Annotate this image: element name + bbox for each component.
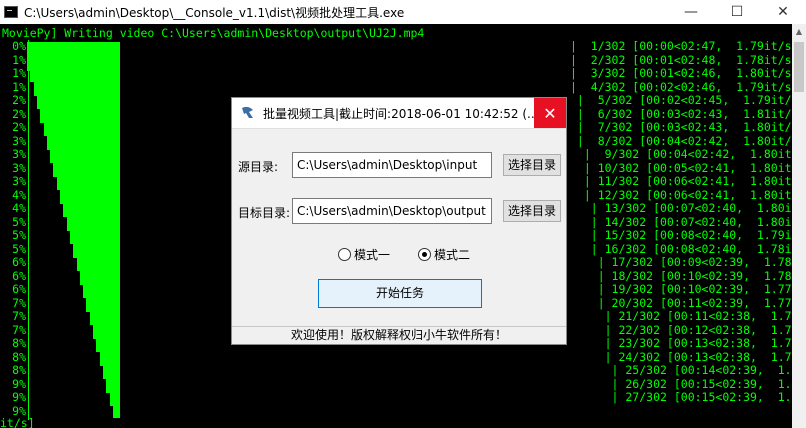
- percent-line: 5%: [12, 228, 26, 242]
- percent-line: 3%: [12, 160, 26, 175]
- console-app-icon: [4, 6, 18, 18]
- progress-bar-edge: [28, 40, 29, 420]
- progress-line: | 8/302 [00:04<02:42, 1.80it/s: [570, 133, 792, 148]
- percent-line: 7%: [12, 322, 26, 337]
- target-row: 目标目录: C:\Users\admin\Desktop\output 选择目录: [232, 198, 568, 224]
- progress-line: | 3/302 [00:01<02:46, 1.80it/s]: [570, 66, 792, 80]
- target-select-button[interactable]: 选择目录: [503, 200, 561, 222]
- mode1-label: 模式一: [354, 248, 391, 262]
- progress-line: | 23/302 [00:13<02:38, 1.76: [570, 336, 792, 350]
- percent-line: 2%: [12, 120, 26, 134]
- start-task-button[interactable]: 开始任务: [318, 279, 482, 308]
- percent-line: 4%: [12, 187, 26, 202]
- percent-line: 5%: [12, 241, 26, 256]
- percent-line: 6%: [12, 268, 26, 283]
- percent-line: 8%: [12, 336, 26, 350]
- console-window-title: C:\Users\admin\Desktop\__Console_v1.1\di…: [24, 5, 405, 20]
- console-footer-line: it/s]: [0, 416, 35, 428]
- percent-line: 8%: [12, 349, 26, 364]
- close-button[interactable]: ✕: [760, 0, 806, 24]
- dialog-close-button[interactable]: ✕: [534, 98, 566, 128]
- percent-line: 1%: [12, 66, 26, 80]
- percent-line: 7%: [12, 309, 26, 323]
- percent-line: 3%: [12, 147, 26, 161]
- progress-line: | 12/302 [00:06<02:41, 1.80it/: [570, 187, 792, 202]
- source-path-field[interactable]: C:\Users\admin\Desktop\input: [292, 152, 492, 178]
- console-scrollbar[interactable]: ▲: [792, 24, 806, 428]
- percent-line: 5%: [12, 214, 26, 229]
- percent-line: 6%: [12, 255, 26, 269]
- percent-line: 9%: [12, 376, 26, 391]
- mode2-radio-circle[interactable]: [418, 248, 431, 261]
- progress-line: | 15/302 [00:08<02:40, 1.79it: [570, 228, 792, 242]
- app-logo-icon: [240, 105, 256, 121]
- target-path-field[interactable]: C:\Users\admin\Desktop\output: [292, 198, 492, 224]
- progress-line: | 4/302 [00:02<02:46, 1.79it/s]: [570, 79, 792, 94]
- progress-line: | 2/302 [00:01<02:48, 1.78it/s]: [570, 52, 792, 67]
- percent-line: 8%: [12, 363, 26, 377]
- dialog-title: 批量视频工具|截止时间:2018-06-01 10:42:52 (...: [263, 106, 534, 121]
- mode2-radio[interactable]: 模式二: [418, 246, 470, 263]
- progress-bar-step: [116, 42, 121, 418]
- progress-line: | 7/302 [00:03<02:43, 1.80it/s: [570, 120, 792, 134]
- target-label: 目标目录:: [238, 206, 291, 220]
- progress-line: | 16/302 [00:08<02:40, 1.78it: [570, 241, 792, 256]
- mode1-radio-circle[interactable]: [338, 248, 351, 261]
- percent-column: 0% 1% 1% 1% 2% 2% 2% 3% 3% 3% 3% 4% 4% 5% 5% 5% 6% 6% 6% 7%…: [2, 39, 26, 418]
- console-titlebar: C:\Users\admin\Desktop\__Console_v1.1\di…: [0, 0, 806, 24]
- percent-line: 1%: [12, 52, 26, 67]
- progress-line: | 5/302 [00:02<02:45, 1.79it/s: [570, 93, 792, 107]
- scroll-thumb[interactable]: [794, 42, 804, 92]
- scroll-up-icon[interactable]: ▲: [792, 24, 806, 40]
- percent-line: 2%: [12, 106, 26, 121]
- progress-line: | 17/302 [00:09<02:39, 1.78i: [570, 255, 792, 269]
- progress-line: | 14/302 [00:07<02:40, 1.80it: [570, 214, 792, 229]
- percent-line: 3%: [12, 174, 26, 188]
- progress-line: | 27/302 [00:15<02:39, 1.7: [570, 390, 792, 404]
- source-label: 源目录:: [238, 160, 279, 174]
- progress-line: | 1/302 [00:00<02:47, 1.79it/s]: [570, 39, 792, 53]
- progress-lines: | 1/302 [00:00<02:47, 1.79it/s] | 2/302 […: [570, 39, 792, 405]
- percent-line: 6%: [12, 282, 26, 296]
- status-bar: 欢迎使用！版权解释权归小牛软件所有！: [232, 326, 566, 344]
- mode1-radio[interactable]: 模式一: [338, 246, 390, 263]
- percent-line: 2%: [12, 93, 26, 107]
- percent-line: 4%: [12, 201, 26, 215]
- percent-line: 7%: [12, 295, 26, 310]
- percent-line: 9%: [12, 390, 26, 404]
- progress-line: | 9/302 [00:04<02:42, 1.80it/: [570, 147, 792, 161]
- percent-line: 3%: [12, 133, 26, 148]
- progress-line: | 10/302 [00:05<02:41, 1.80it/: [570, 160, 792, 175]
- progress-line: | 25/302 [00:14<02:39, 1.7: [570, 363, 792, 377]
- percent-line: 0%: [12, 39, 26, 53]
- progress-line: | 6/302 [00:03<02:43, 1.81it/s: [570, 106, 792, 121]
- console-header-line: MoviePy] Writing video C:\Users\admin\De…: [2, 26, 425, 40]
- progress-line: | 20/302 [00:11<02:39, 1.77i: [570, 295, 792, 310]
- progress-line: | 24/302 [00:13<02:38, 1.75: [570, 349, 792, 364]
- progress-line: | 11/302 [00:06<02:41, 1.80it/: [570, 174, 792, 188]
- dialog-titlebar: 批量视频工具|截止时间:2018-06-01 10:42:52 (... ✕: [232, 98, 566, 129]
- progress-line: | 13/302 [00:07<02:40, 1.80it: [570, 201, 792, 215]
- progress-line: | 22/302 [00:12<02:38, 1.76: [570, 322, 792, 337]
- batch-video-dialog: 批量视频工具|截止时间:2018-06-01 10:42:52 (... ✕ 源…: [231, 97, 567, 345]
- percent-line: 1%: [12, 79, 26, 94]
- progress-line: | 19/302 [00:10<02:39, 1.77i: [570, 282, 792, 296]
- minimize-button[interactable]: —: [668, 0, 714, 24]
- mode2-label: 模式二: [434, 248, 471, 262]
- source-row: 源目录: C:\Users\admin\Desktop\input 选择目录: [232, 152, 568, 178]
- progress-line: | 18/302 [00:10<02:39, 1.78i: [570, 268, 792, 283]
- progress-line: | 21/302 [00:11<02:38, 1.77: [570, 309, 792, 323]
- mode-radio-group: 模式一 模式二: [232, 244, 568, 264]
- progress-line: | 26/302 [00:15<02:39, 1.7: [570, 376, 792, 391]
- source-select-button[interactable]: 选择目录: [503, 154, 561, 176]
- maximize-button[interactable]: ☐: [714, 0, 760, 24]
